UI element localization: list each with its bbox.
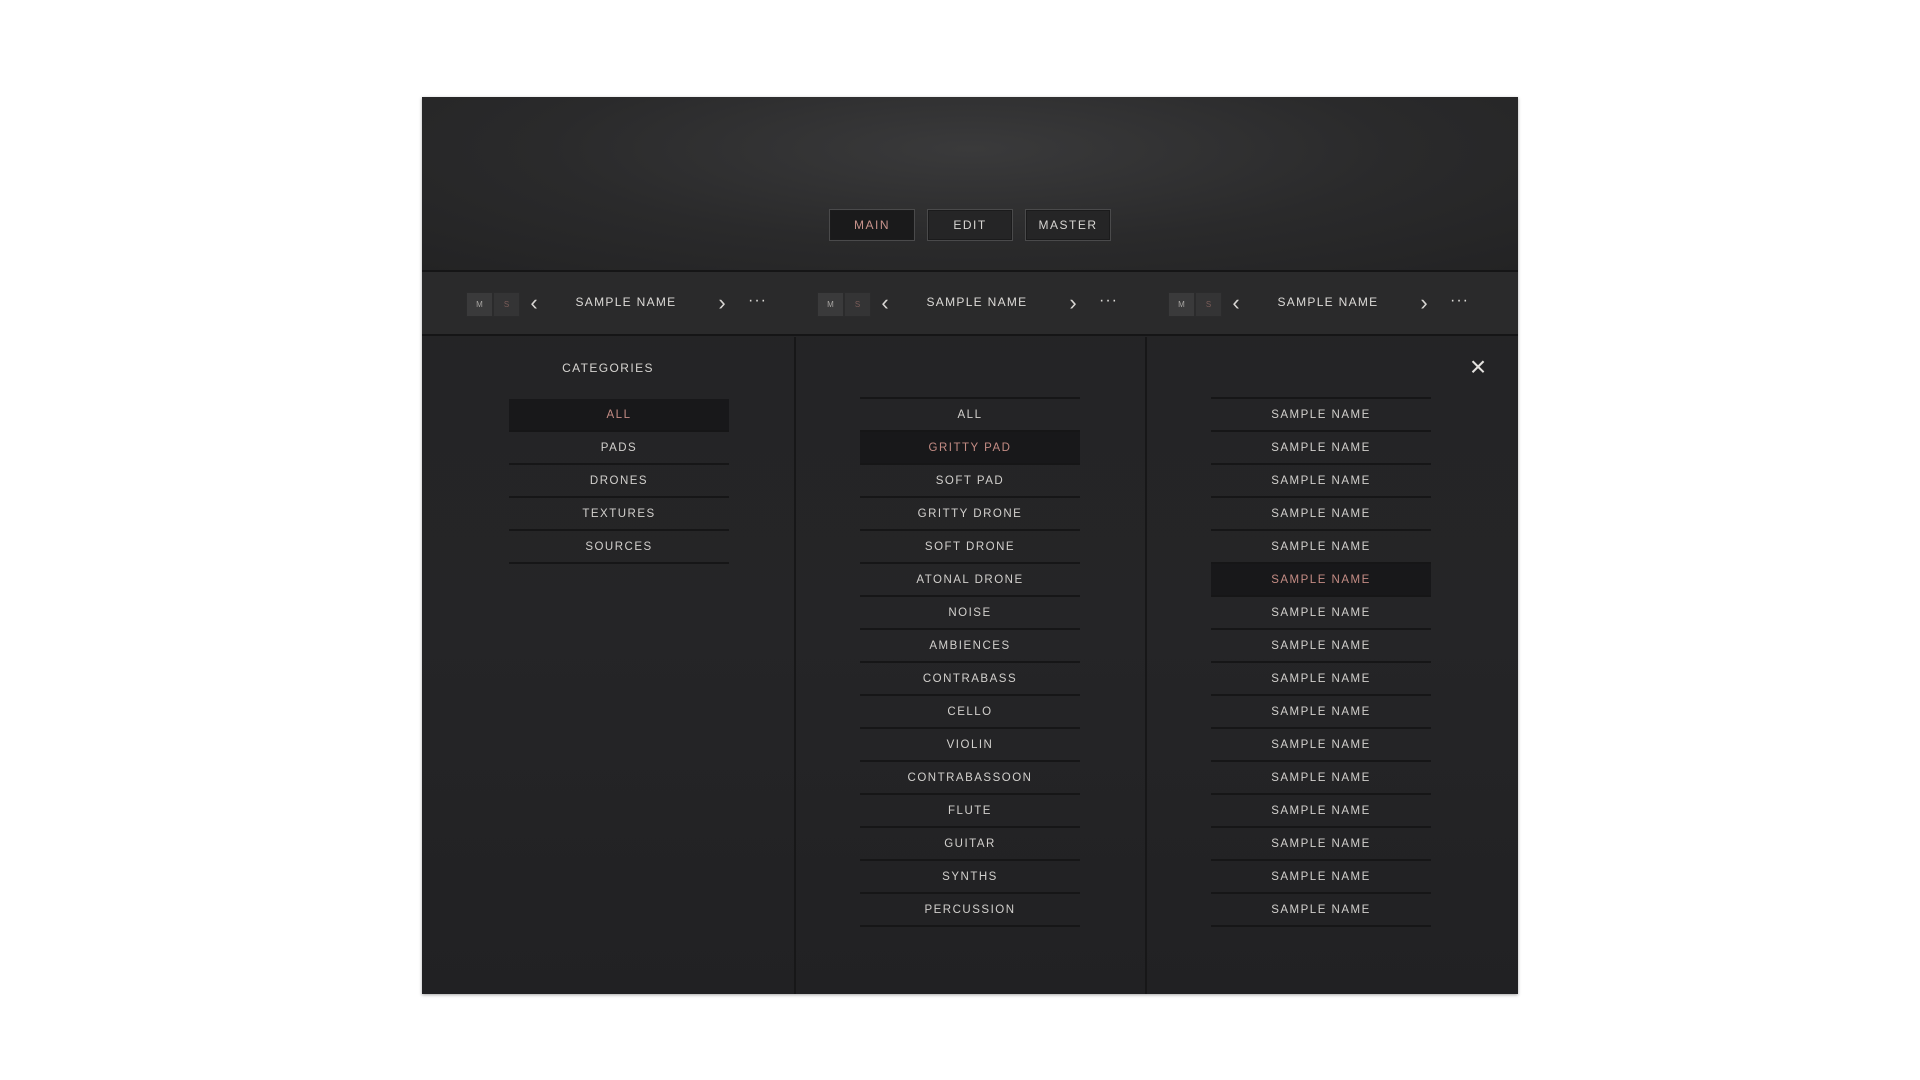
samples-list: SAMPLE NAME SAMPLE NAME SAMPLE NAME SAMPLE … [1211, 397, 1431, 927]
sample-slot: M S ‹ SAMPLE NAME › ··· [466, 272, 796, 334]
header: MAIN EDIT MASTER [422, 97, 1518, 270]
chevron-right-icon[interactable]: › [1065, 290, 1081, 316]
more-options-icon[interactable]: ··· [1450, 292, 1469, 310]
sample-item[interactable]: SAMPLE NAME [1211, 498, 1431, 531]
subcategories-list: ALL GRITTY PAD SOFT PAD GRITTY DRONE SOFT DR… [860, 397, 1080, 927]
sample-item[interactable]: SAMPLE NAME [1211, 432, 1431, 465]
solo-button[interactable]: S [493, 292, 520, 317]
sample-item[interactable]: SAMPLE NAME [1211, 630, 1431, 663]
app-window: MAIN EDIT MASTER M S ‹ SAMPLE NAME › ···… [422, 97, 1518, 994]
category-item[interactable]: DRONES [509, 465, 729, 498]
category-item[interactable]: PADS [509, 432, 729, 465]
category-item[interactable]: SOURCES [509, 531, 729, 564]
subcategory-item[interactable]: VIOLIN [860, 729, 1080, 762]
tab-bar: MAIN EDIT MASTER [422, 209, 1518, 241]
sample-item[interactable]: SAMPLE NAME [1211, 399, 1431, 432]
subcategory-item[interactable]: FLUTE [860, 795, 1080, 828]
sample-item[interactable]: SAMPLE NAME [1211, 531, 1431, 564]
subcategory-item[interactable]: SOFT DRONE [860, 531, 1080, 564]
mute-button[interactable]: M [817, 292, 844, 317]
subcategory-item[interactable]: CONTRABASSOON [860, 762, 1080, 795]
sample-item[interactable]: SAMPLE NAME [1211, 729, 1431, 762]
subcategory-item[interactable]: GUITAR [860, 828, 1080, 861]
tab-master[interactable]: MASTER [1025, 209, 1111, 241]
mute-solo-group: M S [466, 292, 520, 317]
sample-item[interactable]: SAMPLE NAME [1211, 663, 1431, 696]
subcategory-item[interactable]: SOFT PAD [860, 465, 1080, 498]
slot-sample-name: SAMPLE NAME [575, 295, 677, 309]
subcategory-item[interactable]: GRITTY DRONE [860, 498, 1080, 531]
sample-item[interactable]: SAMPLE NAME [1211, 696, 1431, 729]
sample-item[interactable]: SAMPLE NAME [1211, 762, 1431, 795]
sample-slot: M S ‹ SAMPLE NAME › ··· [817, 272, 1147, 334]
close-icon[interactable]: × [1464, 353, 1492, 381]
subcategory-item[interactable]: GRITTY PAD [860, 432, 1080, 465]
chevron-right-icon[interactable]: › [714, 290, 730, 316]
categories-title: CATEGORIES [562, 361, 654, 375]
subcategory-item[interactable]: ALL [860, 399, 1080, 432]
subcategories-panel: ALL GRITTY PAD SOFT PAD GRITTY DRONE SOFT DR… [796, 337, 1145, 994]
category-item[interactable]: ALL [509, 399, 729, 432]
sample-item[interactable]: SAMPLE NAME [1211, 597, 1431, 630]
more-options-icon[interactable]: ··· [748, 292, 767, 310]
subcategory-item[interactable]: AMBIENCES [860, 630, 1080, 663]
mute-button[interactable]: M [1168, 292, 1195, 317]
subcategory-item[interactable]: NOISE [860, 597, 1080, 630]
subcategory-item[interactable]: ATONAL DRONE [860, 564, 1080, 597]
tab-main[interactable]: MAIN [829, 209, 915, 241]
solo-button[interactable]: S [844, 292, 871, 317]
sample-item[interactable]: SAMPLE NAME [1211, 828, 1431, 861]
subcategory-item[interactable]: CONTRABASS [860, 663, 1080, 696]
solo-button[interactable]: S [1195, 292, 1222, 317]
tab-edit[interactable]: EDIT [927, 209, 1013, 241]
subcategory-item[interactable]: PERCUSSION [860, 894, 1080, 927]
mute-solo-group: M S [1168, 292, 1222, 317]
sample-slots-bar: M S ‹ SAMPLE NAME › ··· M S ‹ SAMPLE NAM… [422, 272, 1518, 334]
subcategory-item[interactable]: SYNTHS [860, 861, 1080, 894]
slot-sample-name: SAMPLE NAME [1277, 295, 1379, 309]
samples-panel: × SAMPLE NAME SAMPLE NAME SAMPLE NAME SAMPL… [1147, 337, 1518, 994]
subcategory-item[interactable]: CELLO [860, 696, 1080, 729]
sample-slot: M S ‹ SAMPLE NAME › ··· [1168, 272, 1498, 334]
sample-item[interactable]: SAMPLE NAME [1211, 564, 1431, 597]
slots-divider [422, 334, 1518, 336]
sample-item[interactable]: SAMPLE NAME [1211, 861, 1431, 894]
slot-sample-name: SAMPLE NAME [926, 295, 1028, 309]
categories-list: ALL PADS DRONES TEXTURES SOURCES [509, 399, 729, 564]
categories-panel: CATEGORIES ALL PADS DRONES TEXTURES SOURCES [422, 337, 794, 994]
mute-solo-group: M S [817, 292, 871, 317]
chevron-right-icon[interactable]: › [1416, 290, 1432, 316]
sample-item[interactable]: SAMPLE NAME [1211, 465, 1431, 498]
category-item[interactable]: TEXTURES [509, 498, 729, 531]
sample-item[interactable]: SAMPLE NAME [1211, 894, 1431, 927]
sample-item[interactable]: SAMPLE NAME [1211, 795, 1431, 828]
mute-button[interactable]: M [466, 292, 493, 317]
more-options-icon[interactable]: ··· [1099, 292, 1118, 310]
